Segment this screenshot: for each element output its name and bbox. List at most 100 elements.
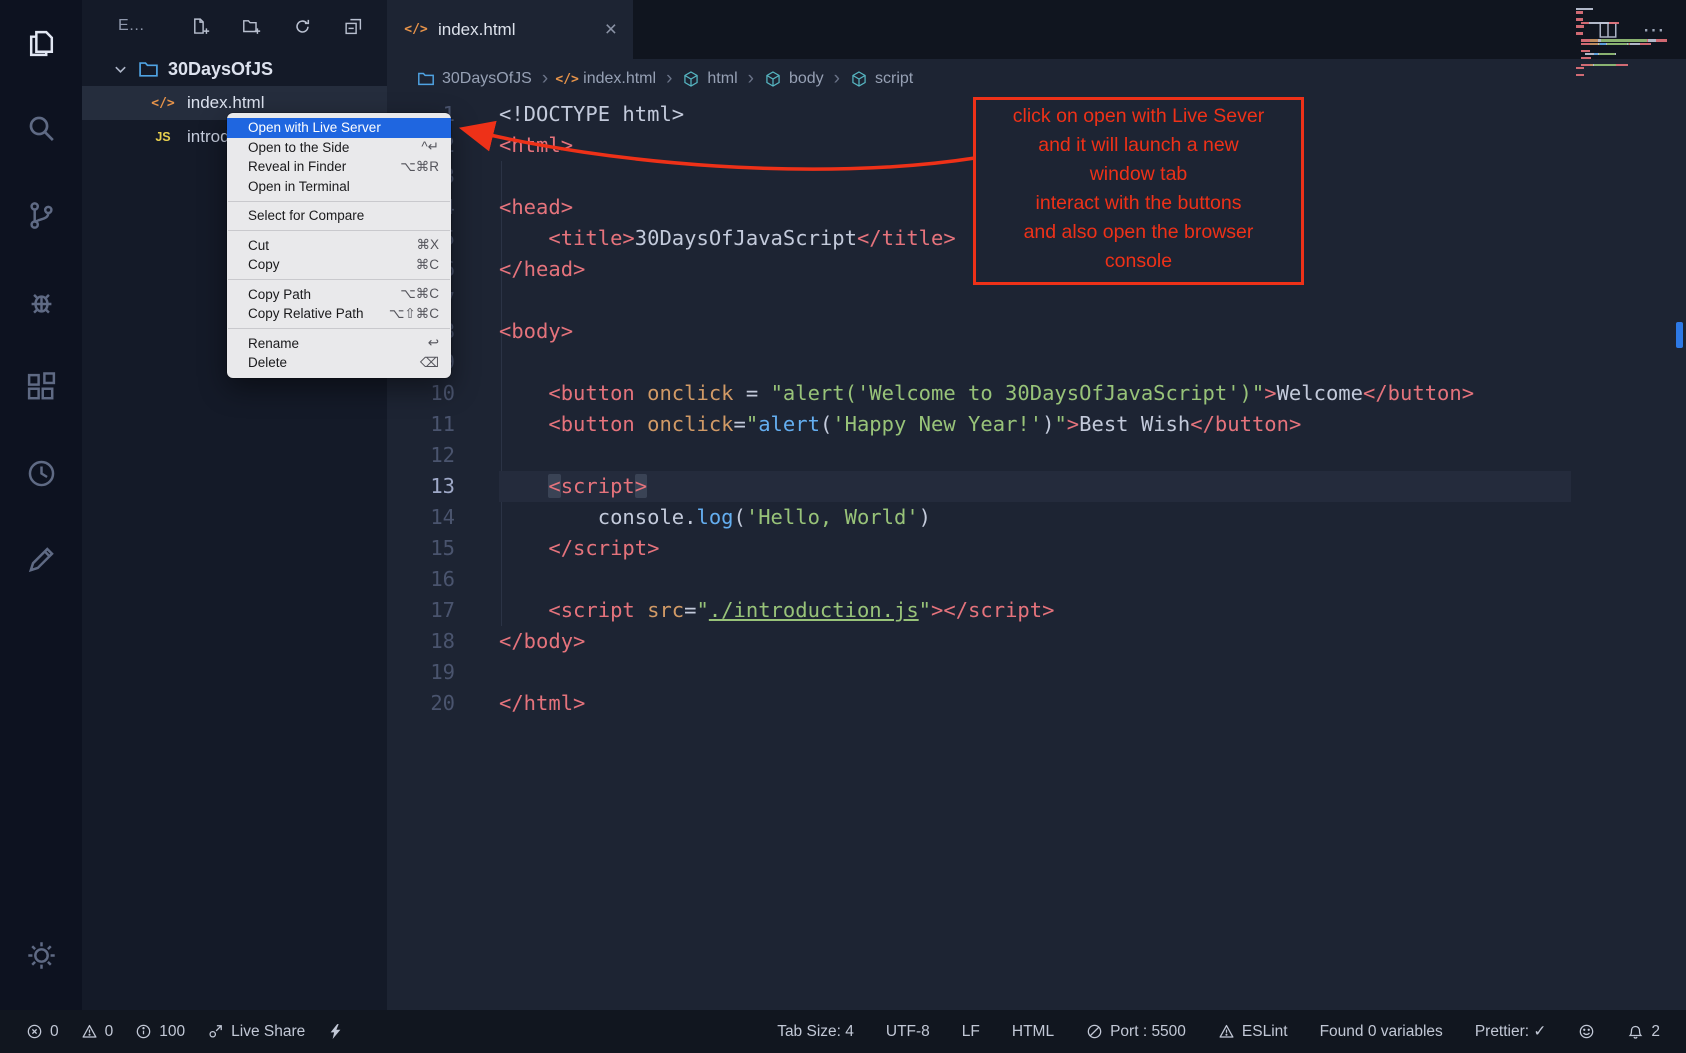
code-line[interactable]: 7: [387, 285, 1571, 316]
status-lf[interactable]: LF: [962, 1023, 980, 1041]
search-icon: [25, 113, 58, 146]
tab-bar: </>index.html× ⋯: [387, 0, 1686, 59]
line-number: 17: [387, 595, 455, 626]
status-0[interactable]: 0: [26, 1023, 59, 1041]
minimap-line: [1576, 36, 1672, 38]
vscode-window: E… 30DaysOfJS </>index.htmlJSintroductio…: [0, 0, 1686, 1053]
minimap-line: [1576, 18, 1672, 20]
minimap-line: [1576, 53, 1672, 55]
breadcrumb-html[interactable]: html: [682, 70, 737, 88]
status-html[interactable]: HTML: [1012, 1023, 1054, 1041]
menu-separator: [228, 230, 450, 231]
breadcrumb-index.html[interactable]: </>index.html: [558, 70, 656, 88]
explorer-title: E…: [118, 17, 145, 35]
breadcrumb-separator: ›: [542, 68, 548, 90]
new-file-icon[interactable]: [191, 17, 210, 36]
code-line[interactable]: 15 </script>: [387, 533, 1571, 564]
minimap-line: [1576, 25, 1672, 27]
status-label: Port : 5500: [1110, 1023, 1186, 1041]
new-folder-icon[interactable]: [242, 17, 261, 36]
error-icon: [26, 1023, 43, 1040]
code-line[interactable]: 16: [387, 564, 1571, 595]
menu-select-for-compare[interactable]: Select for Compare: [227, 206, 451, 226]
status-prettier-[interactable]: Prettier: ✓: [1475, 1022, 1547, 1041]
warning-icon: [1218, 1023, 1235, 1040]
menu-cut[interactable]: Cut⌘X: [227, 236, 451, 256]
minimap-line: [1576, 39, 1672, 41]
status-utf-8[interactable]: UTF-8: [886, 1023, 930, 1041]
code-line[interactable]: 12: [387, 440, 1571, 471]
menu-separator: [228, 279, 450, 280]
activity-gear-icon[interactable]: [0, 912, 82, 998]
menu-copy[interactable]: Copy⌘C: [227, 255, 451, 275]
menu-copy-path[interactable]: Copy Path⌥⌘C: [227, 285, 451, 305]
chevron-down-icon: [112, 61, 129, 78]
run-debug-icon: [25, 285, 58, 318]
activity-extensions-icon[interactable]: [0, 344, 82, 430]
activity-clock-icon[interactable]: [0, 430, 82, 516]
breadcrumb-label: html: [707, 70, 737, 88]
code-line[interactable]: 14 console.log('Hello, World'): [387, 502, 1571, 533]
warning-icon: [81, 1023, 98, 1040]
close-icon[interactable]: ×: [605, 19, 617, 40]
code-line[interactable]: 8<body>: [387, 316, 1571, 347]
status-label: 0: [105, 1023, 114, 1041]
breadcrumb-separator: ›: [834, 68, 840, 90]
code-line[interactable]: 13 <script>: [387, 471, 1571, 502]
status-port-5500[interactable]: Port : 5500: [1086, 1023, 1186, 1041]
activity-search-icon[interactable]: [0, 86, 82, 172]
line-number: 11: [387, 409, 455, 440]
activity-source-control-icon[interactable]: [0, 172, 82, 258]
breadcrumb-label: index.html: [583, 70, 656, 88]
status-smiley-icon[interactable]: [1578, 1023, 1595, 1040]
status-2[interactable]: 2: [1627, 1023, 1660, 1041]
code-line[interactable]: 9: [387, 347, 1571, 378]
tree-root-30DaysOfJS[interactable]: 30DaysOfJS: [82, 52, 387, 86]
activity-pen-icon[interactable]: [0, 516, 82, 602]
breadcrumb: 30DaysOfJS › </>index.html › html › body › scrip…: [387, 59, 1686, 99]
code-line[interactable]: 17 <script src="./introduction.js"></scr…: [387, 595, 1571, 626]
breadcrumb-script[interactable]: script: [850, 70, 913, 88]
breadcrumb-30DaysOfJS[interactable]: 30DaysOfJS: [417, 70, 532, 88]
status-found-0-variables[interactable]: Found 0 variables: [1320, 1023, 1443, 1041]
status-tab-size-4[interactable]: Tab Size: 4: [777, 1023, 854, 1041]
annotation-box: click on open with Live Sever and it wil…: [973, 97, 1304, 285]
activity-run-debug-icon[interactable]: [0, 258, 82, 344]
minimap[interactable]: [1576, 8, 1672, 78]
menu-open-to-the-side[interactable]: Open to the Side^↵: [227, 138, 451, 158]
status-label: 2: [1651, 1023, 1660, 1041]
menu-delete[interactable]: Delete⌫: [227, 353, 451, 373]
menu-copy-relative-path[interactable]: Copy Relative Path⌥⇧⌘C: [227, 304, 451, 324]
menu-rename[interactable]: Rename↩: [227, 334, 451, 354]
breadcrumb-label: 30DaysOfJS: [442, 70, 532, 88]
status-0[interactable]: 0: [81, 1023, 114, 1041]
collapse-all-icon[interactable]: [344, 17, 363, 36]
tab-index.html[interactable]: </>index.html×: [387, 0, 633, 59]
minimap-line: [1576, 64, 1672, 66]
status-live-share[interactable]: Live Share: [207, 1023, 305, 1041]
menu-open-with-live-server[interactable]: Open with Live Server: [227, 118, 451, 138]
breadcrumb-separator: ›: [666, 68, 672, 90]
menu-open-in-terminal[interactable]: Open in Terminal: [227, 177, 451, 197]
refresh-icon[interactable]: [293, 17, 312, 36]
code-line[interactable]: 20</html>: [387, 688, 1571, 719]
html-file-icon: </>: [152, 96, 174, 111]
status-eslint[interactable]: ESLint: [1218, 1023, 1288, 1041]
activity-files-icon[interactable]: [0, 0, 82, 86]
breadcrumb-body[interactable]: body: [764, 70, 824, 88]
status-lightning-icon[interactable]: [327, 1023, 344, 1040]
minimap-line: [1576, 50, 1672, 52]
pen-icon: [25, 543, 58, 576]
breadcrumb-separator: ›: [748, 68, 754, 90]
code-text: <script>: [499, 471, 1571, 502]
status-100[interactable]: 100: [135, 1023, 185, 1041]
code-line[interactable]: 11 <button onclick="alert('Happy New Yea…: [387, 409, 1571, 440]
minimap-line: [1576, 46, 1672, 48]
code-line[interactable]: 19: [387, 657, 1571, 688]
status-label: LF: [962, 1023, 980, 1041]
menu-reveal-in-finder[interactable]: Reveal in Finder⌥⌘R: [227, 157, 451, 177]
code-line[interactable]: 10 <button onclick = "alert('Welcome to …: [387, 378, 1571, 409]
breadcrumb-label: body: [789, 70, 824, 88]
code-text: <script src="./introduction.js"></script…: [499, 595, 1571, 626]
code-line[interactable]: 18</body>: [387, 626, 1571, 657]
